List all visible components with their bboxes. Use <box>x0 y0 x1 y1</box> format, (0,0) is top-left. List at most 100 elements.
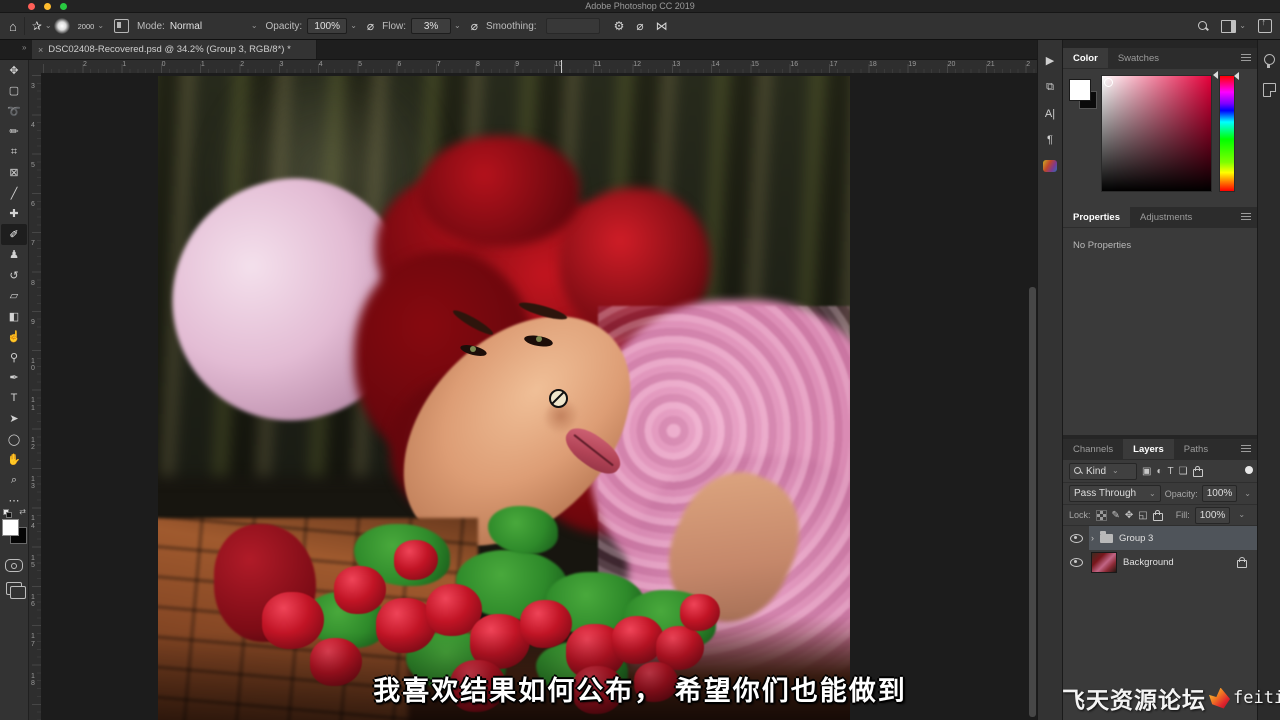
layer-opacity-value[interactable]: 100% <box>1201 485 1238 502</box>
filter-adjustment-layers-icon[interactable]: ◐ <box>1156 466 1162 477</box>
workspace-switcher[interactable]: ⌄ <box>1221 19 1246 33</box>
lasso-tool[interactable]: ➰ <box>1 101 27 122</box>
default-colors-icon[interactable] <box>3 509 12 518</box>
brush-tool-preset-icon[interactable]: ✰ <box>32 20 42 32</box>
photo-canvas[interactable] <box>158 76 850 720</box>
panel-menu-icon[interactable] <box>1241 57 1251 59</box>
frame-tool[interactable]: ⊠ <box>1 163 27 184</box>
tab-adjustments[interactable]: Adjustments <box>1130 207 1202 227</box>
screen-mode-button[interactable] <box>6 582 26 599</box>
filter-type-layers-icon[interactable]: T <box>1168 466 1174 477</box>
history-brush-tool[interactable]: ↺ <box>1 265 27 286</box>
learn-panel-lightbulb-icon[interactable] <box>1263 54 1275 68</box>
filter-pixel-layers-icon[interactable]: ▣ <box>1142 466 1151 477</box>
pen-tool[interactable]: ✒ <box>1 368 27 389</box>
horizontal-ruler[interactable]: 2 1 0 1 2 3 4 5 6 7 8 9 10 11 12 13 14 15 16 17 18 19 20 21 2 <box>41 60 1037 74</box>
layer-row-group[interactable]: › Group 3 <box>1063 526 1257 550</box>
tab-swatches[interactable]: Swatches <box>1108 48 1169 68</box>
filter-shape-layers-icon[interactable]: ❏ <box>1179 466 1188 477</box>
close-tab-icon[interactable]: × <box>38 45 43 55</box>
airbrush-icon[interactable]: ⌀ <box>471 20 478 32</box>
document-tab[interactable]: × DSC02408-Recovered.psd @ 34.2% (Group … <box>32 40 317 59</box>
panel-menu-icon[interactable] <box>1241 216 1251 218</box>
filter-toggle-icon[interactable] <box>1245 466 1253 474</box>
eraser-tool[interactable]: ▱ <box>1 286 27 307</box>
brush-tool[interactable]: ✐ <box>1 224 27 245</box>
dodge-tool[interactable]: ⚲ <box>1 347 27 368</box>
path-selection-tool[interactable]: ➤ <box>1 409 27 430</box>
extension-panel-icon[interactable] <box>1043 160 1057 172</box>
chevron-down-icon[interactable]: ⌄ <box>1244 489 1251 498</box>
quick-mask-mode-button[interactable] <box>5 559 23 572</box>
paragraph-panel-icon[interactable]: ¶ <box>1047 134 1053 146</box>
tab-overflow-icon[interactable]: » <box>22 43 26 52</box>
zoom-tool[interactable]: ⌕ <box>1 470 27 491</box>
layer-row-background[interactable]: Background <box>1063 550 1257 574</box>
pressure-size-icon[interactable]: ⌀ <box>636 20 643 32</box>
group-disclosure-icon[interactable]: › <box>1091 533 1094 543</box>
swap-colors-icon[interactable]: ⇄ <box>19 507 26 516</box>
mode-dropdown[interactable]: Normal <box>170 21 248 32</box>
tab-color[interactable]: Color <box>1063 48 1108 68</box>
character-panel-icon[interactable]: A| <box>1045 108 1055 120</box>
lock-transparency-icon[interactable] <box>1095 509 1107 521</box>
actions-panel-icon[interactable]: ▶ <box>1046 54 1054 67</box>
chevron-down-icon[interactable]: ⌄ <box>251 22 258 30</box>
foreground-color-swatch[interactable] <box>1069 79 1091 101</box>
share-icon[interactable] <box>1258 17 1272 33</box>
layer-thumbnail[interactable] <box>1091 551 1117 573</box>
layer-name[interactable]: Background <box>1123 557 1174 568</box>
smoothing-options-gear-icon[interactable]: ⚙ <box>614 20 625 32</box>
healing-brush-tool[interactable]: ✚ <box>1 204 27 225</box>
type-tool[interactable]: T <box>1 388 27 409</box>
clone-stamp-tool[interactable]: ♟ <box>1 245 27 266</box>
vertical-scrollbar[interactable] <box>1029 287 1036 717</box>
tab-channels[interactable]: Channels <box>1063 439 1123 459</box>
chevron-down-icon[interactable]: ⌄ <box>454 22 461 30</box>
blend-mode-dropdown[interactable]: Pass Through ⌄ <box>1069 485 1161 502</box>
chevron-down-icon[interactable]: ⌄ <box>97 22 104 30</box>
hue-slider-marker[interactable] <box>1234 72 1239 80</box>
opacity-value[interactable]: 100% <box>307 18 348 34</box>
lock-paint-icon[interactable]: ✎ <box>1112 510 1120 521</box>
saturation-brightness-field[interactable] <box>1101 75 1212 192</box>
chevron-down-icon[interactable]: ⌄ <box>1238 511 1245 519</box>
tab-paths[interactable]: Paths <box>1174 439 1218 459</box>
smoothing-value-field[interactable] <box>545 18 600 34</box>
libraries-panel-icon[interactable] <box>1262 83 1276 97</box>
field-marker-icon <box>1213 71 1218 79</box>
hand-tool[interactable]: ✋ <box>1 450 27 471</box>
move-tool[interactable]: ✥ <box>1 60 27 81</box>
crop-tool[interactable]: ⌗ <box>1 142 27 163</box>
gradient-tool[interactable]: ◧ <box>1 306 27 327</box>
layer-filter-dropdown[interactable]: Kind ⌄ <box>1069 462 1137 480</box>
flow-value[interactable]: 3% <box>411 18 452 34</box>
brush-preset-picker[interactable]: 2000 ⌄ <box>52 18 104 34</box>
tab-properties[interactable]: Properties <box>1063 207 1130 227</box>
chevron-down-icon[interactable]: ⌄ <box>45 22 52 30</box>
layer-visibility-eye-icon[interactable] <box>1069 533 1083 543</box>
layer-visibility-eye-icon[interactable] <box>1069 557 1083 567</box>
quick-selection-tool[interactable]: ✏ <box>1 122 27 143</box>
smudge-tool[interactable]: ☝ <box>1 327 27 348</box>
eyedropper-tool[interactable]: ╱ <box>1 183 27 204</box>
filter-smart-objects-icon[interactable] <box>1192 465 1203 477</box>
clone-source-panel-icon[interactable]: ⧉ <box>1046 81 1054 94</box>
hue-slider[interactable] <box>1219 75 1235 192</box>
layer-name[interactable]: Group 3 <box>1119 533 1153 544</box>
chevron-down-icon[interactable]: ⌄ <box>350 22 357 30</box>
layer-fill-value[interactable]: 100% <box>1194 506 1231 524</box>
shape-tool[interactable]: ◯ <box>1 429 27 450</box>
foreground-color-swatch[interactable] <box>2 519 19 536</box>
search-icon[interactable] <box>1197 20 1209 32</box>
toggle-brush-settings-icon[interactable] <box>114 19 130 33</box>
pressure-opacity-icon[interactable]: ⌀ <box>367 20 374 32</box>
lock-artboard-icon[interactable]: ◱ <box>1138 510 1147 521</box>
tab-layers[interactable]: Layers <box>1123 439 1174 459</box>
lock-all-icon[interactable] <box>1152 509 1163 521</box>
marquee-tool[interactable]: ▢ <box>1 81 27 102</box>
lock-position-icon[interactable]: ✥ <box>1125 510 1133 521</box>
paint-symmetry-icon[interactable]: ⋈ <box>656 20 668 32</box>
home-icon[interactable]: ⌂ <box>9 20 17 33</box>
panel-menu-icon[interactable] <box>1241 448 1251 450</box>
